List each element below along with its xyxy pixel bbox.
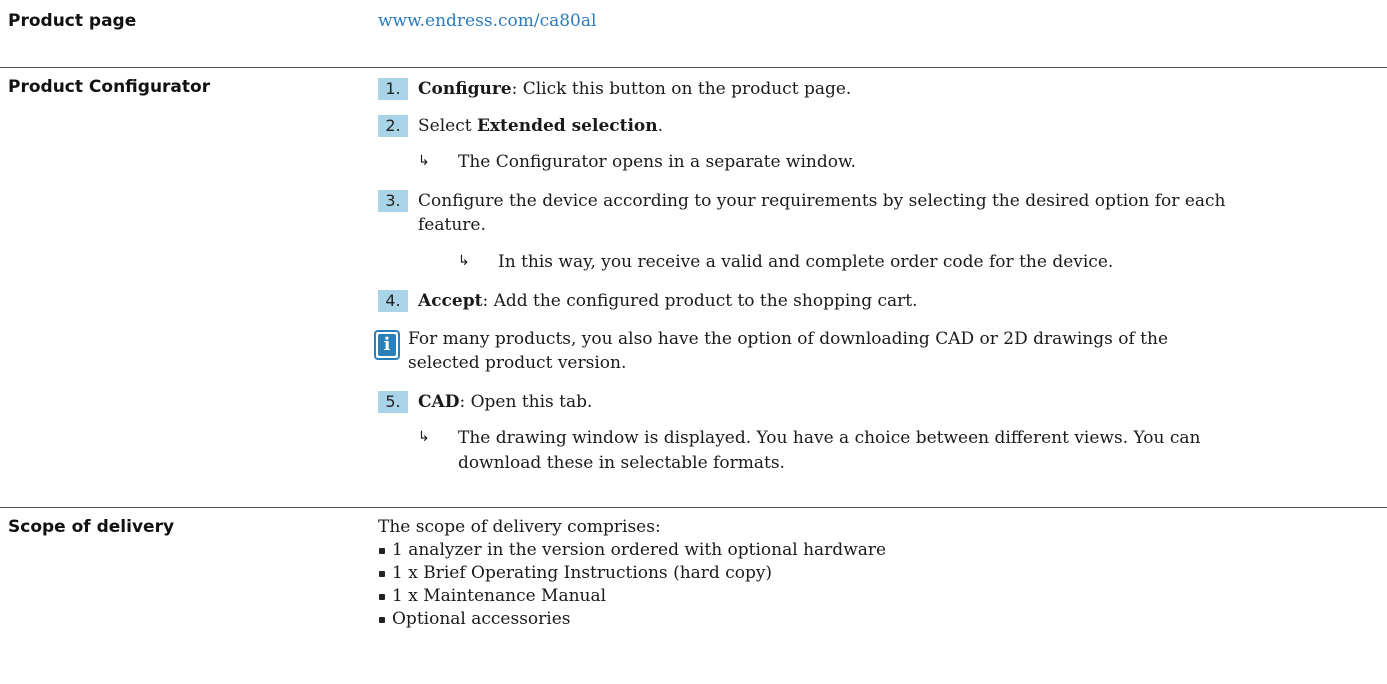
product-page-link[interactable]: www.endress.com/ca80al	[378, 11, 596, 31]
product-page-label: Product page	[8, 11, 137, 31]
step-pre: Select	[418, 116, 477, 136]
info-note-line1: For many products, you also have the opt…	[408, 329, 1169, 349]
info-note-line2: selected product version.	[408, 353, 627, 373]
result-arrow-icon: ↳	[418, 429, 430, 445]
result-arrow-icon: ↳	[418, 153, 430, 169]
bullet-icon	[379, 617, 385, 623]
list-item-text: 1 x Brief Operating Instructions (hard c…	[392, 563, 773, 583]
step-keyword: CAD	[418, 392, 460, 412]
result-text-line2: download these in selectable formats.	[458, 453, 785, 473]
step-keyword: Extended selection	[476, 116, 658, 136]
step-number: 1.	[378, 78, 408, 100]
result-text-line1: The drawing window is displayed. You hav…	[458, 428, 1201, 448]
result-arrow-icon: ↳	[458, 253, 470, 269]
step-rest: : Add the configured product to the shop…	[482, 291, 918, 311]
product-configurator-label: Product Configurator	[8, 77, 211, 97]
step-text: CAD: Open this tab.	[418, 392, 592, 412]
step-rest: : Open this tab.	[459, 392, 593, 412]
step-number: 3.	[378, 190, 408, 212]
info-icon: i	[374, 330, 400, 360]
bullet-icon	[379, 548, 385, 554]
step-text: Accept: Add the configured product to th…	[418, 291, 918, 311]
scope-of-delivery-label: Scope of delivery	[8, 517, 175, 537]
bullet-icon	[379, 594, 385, 600]
step-number: 4.	[378, 290, 408, 312]
step-2-result: ↳ The Configurator opens in a separate w…	[418, 152, 1318, 174]
list-item-text: Optional accessories	[392, 609, 571, 629]
step-number: 2.	[378, 115, 408, 137]
bullet-icon	[379, 571, 385, 577]
list-item-text: 1 x Maintenance Manual	[392, 586, 607, 606]
step-3-text-line2: feature.	[418, 215, 486, 235]
result-text: In this way, you receive a valid and com…	[498, 252, 1114, 272]
step-rest: : Click this button on the product page.	[511, 79, 852, 99]
section-divider	[0, 507, 1387, 508]
step-rest: .	[657, 116, 664, 136]
step-number: 5.	[378, 391, 408, 413]
section-divider	[0, 67, 1387, 68]
step-3-result: ↳ In this way, you receive a valid and c…	[458, 252, 1358, 274]
step-text: Configure the device according to your r…	[418, 191, 1226, 211]
step-keyword: Accept	[418, 291, 483, 311]
info-icon-letter: i	[378, 334, 396, 356]
scope-intro: The scope of delivery comprises:	[378, 517, 661, 537]
list-item-text: 1 analyzer in the version ordered with o…	[392, 540, 887, 560]
result-text: The Configurator opens in a separate win…	[458, 152, 856, 172]
step-text: Select Extended selection.	[418, 116, 663, 136]
step-keyword: Configure	[418, 79, 512, 99]
step-text: Configure: Click this button on the prod…	[418, 79, 851, 99]
